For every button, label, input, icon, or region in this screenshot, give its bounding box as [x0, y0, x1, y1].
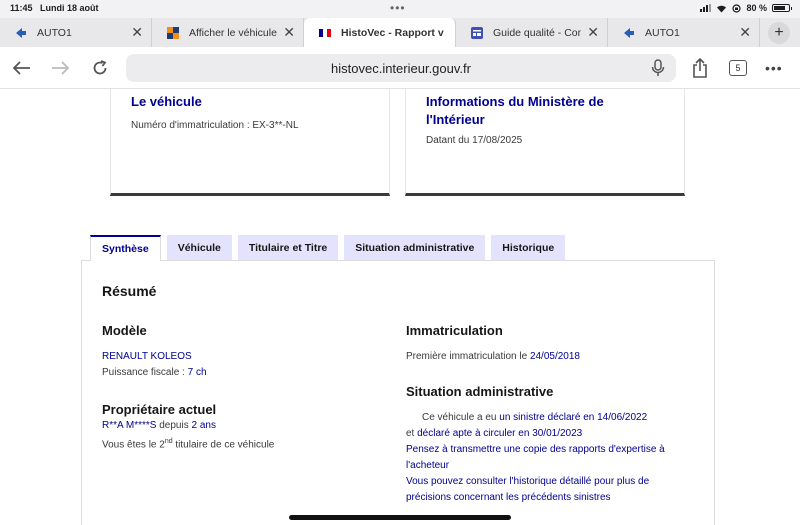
admin-heading: Situation administrative [406, 384, 554, 399]
more-options-icon[interactable]: ••• [765, 60, 783, 76]
microphone-icon[interactable] [650, 59, 666, 77]
tab-synthese[interactable]: Synthèse [90, 235, 161, 261]
signal-icon [700, 4, 712, 12]
browser-tab-1[interactable]: AUTO1 ✕ [0, 18, 152, 47]
tab-count-button[interactable]: 5 [729, 60, 747, 76]
tab-title: Guide qualité - Com [493, 26, 582, 39]
auto1-favicon-icon [622, 26, 636, 40]
close-tab-icon[interactable]: ✕ [587, 24, 599, 41]
status-bar: 11:45 Lundi 18 août ••• 80 % [0, 0, 800, 18]
browser-tab-3-active[interactable]: HistoVec - Rapport v [304, 18, 456, 47]
status-date: Lundi 18 août [40, 3, 99, 13]
expertise-note: Pensez à transmettre une copie des rappo… [406, 444, 665, 471]
browser-tab-5[interactable]: AUTO1 ✕ [608, 18, 760, 47]
tab-vehicule[interactable]: Véhicule [166, 235, 232, 260]
reload-icon[interactable] [88, 56, 112, 80]
orange-square-favicon-icon [166, 26, 180, 40]
vehicle-card: Le véhicule Numéro d'immatriculation : E… [110, 89, 390, 196]
web-page: Le véhicule Numéro d'immatriculation : E… [0, 89, 800, 525]
browser-tab-strip: AUTO1 ✕ Afficher le véhicule ✕ HistoVec … [0, 18, 800, 47]
first-registration-date: 24/05/2018 [529, 351, 580, 362]
home-indicator[interactable] [289, 515, 511, 520]
wifi-icon [717, 5, 727, 12]
registration-block: Première immatriculation le 24/05/2018 [406, 351, 580, 362]
history-note[interactable]: Vous pouvez consulter l'historique détai… [406, 476, 649, 503]
browser-tab-4[interactable]: Guide qualité - Com ✕ [456, 18, 608, 47]
vehicle-card-title: Le véhicule [131, 94, 202, 109]
roadworthy-link[interactable]: déclaré apte à circuler en 30/01/2023 [417, 428, 582, 439]
battery-icon [772, 4, 792, 12]
ministry-card-title: Informations du Ministère de l'Intérieur [426, 94, 604, 127]
owner-heading: Propriétaire actuel [102, 402, 217, 417]
multitasking-dots-icon[interactable]: ••• [390, 1, 406, 15]
admin-block: Ce véhicule a eu un sinistre déclaré en … [406, 412, 665, 503]
status-time: 11:45 [10, 3, 33, 13]
battery-percent: 80 % [746, 3, 767, 13]
ministry-date: Datant du 17/08/2025 [426, 135, 523, 146]
share-icon[interactable] [688, 56, 712, 80]
doc-favicon-icon [470, 26, 484, 40]
tab-situation-administrative[interactable]: Situation administrative [344, 235, 486, 260]
french-flag-favicon-icon [318, 26, 332, 40]
auto1-favicon-icon [14, 26, 28, 40]
tab-title: Afficher le véhicule [189, 26, 277, 39]
model-heading: Modèle [102, 323, 147, 338]
tab-title: AUTO1 [37, 26, 72, 39]
model-name: RENAULT KOLEOS [102, 351, 192, 362]
browser-toolbar: histovec.interieur.gouv.fr 5 ••• [0, 47, 800, 89]
tab-title: AUTO1 [645, 26, 680, 39]
owner-since: 2 ans [191, 420, 216, 431]
summary-title: Résumé [102, 283, 157, 299]
registration-heading: Immatriculation [406, 323, 503, 338]
report-tabs: Synthèse Véhicule Titulaire et Titre Sit… [90, 235, 566, 261]
new-tab-button[interactable]: + [760, 18, 798, 47]
close-tab-icon[interactable]: ✕ [131, 24, 143, 41]
address-bar-url: histovec.interieur.gouv.fr [331, 60, 471, 76]
owner-block: R**A M****S depuis 2 ans Vous êtes le 2n… [102, 420, 275, 451]
close-tab-icon[interactable]: ✕ [739, 24, 751, 41]
model-block: RENAULT KOLEOS Puissance fiscale : 7 ch [102, 351, 207, 378]
plus-icon: + [768, 21, 790, 44]
registration-number: Numéro d'immatriculation : EX-3**-NL [131, 120, 299, 131]
claim-link[interactable]: un sinistre déclaré en 14/06/2022 [499, 412, 647, 423]
fiscal-power: 7 ch [187, 367, 207, 378]
tab-historique[interactable]: Historique [491, 235, 566, 260]
browser-tab-2[interactable]: Afficher le véhicule ✕ [152, 18, 304, 47]
tab-title: HistoVec - Rapport v [341, 26, 444, 39]
status-right: 80 % [700, 3, 792, 13]
tab-titulaire[interactable]: Titulaire et Titre [237, 235, 339, 260]
owner-name: R**A M****S [102, 420, 157, 431]
forward-arrow-icon[interactable] [48, 56, 72, 80]
close-tab-icon[interactable]: ✕ [283, 24, 295, 41]
address-bar[interactable]: histovec.interieur.gouv.fr [126, 54, 676, 82]
ministry-card: Informations du Ministère de l'Intérieur… [405, 89, 685, 196]
rotation-lock-icon [732, 3, 742, 13]
synthese-panel: Résumé Modèle RENAULT KOLEOS Puissance f… [81, 260, 715, 525]
back-arrow-icon[interactable] [10, 56, 34, 80]
